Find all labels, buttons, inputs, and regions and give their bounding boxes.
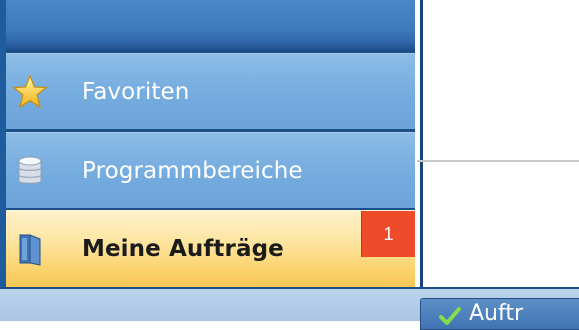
book-icon [19,234,41,266]
star-icon [12,74,48,109]
bottom-tab-label: Auftr [469,301,524,326]
database-icon [18,156,42,184]
nav-item-favoriten[interactable]: Favoriten [6,53,415,129]
check-icon [439,307,461,325]
count-badge: 1 [361,211,415,257]
nav-item-label: Favoriten [82,79,190,105]
navigation-border [420,0,423,287]
nav-item-meine-auftraege[interactable]: Meine Aufträge 1 [6,210,415,287]
navigation-header [6,0,415,50]
bottom-tab-auftrag[interactable]: Auftr [420,298,579,330]
nav-item-label: Programmbereiche [82,158,303,184]
content-divider [417,160,579,162]
nav-item-label: Meine Aufträge [82,236,284,262]
nav-item-programmbereiche[interactable]: Programmbereiche [6,132,415,208]
navigation-pane: Favoriten Programmbereiche Meine Aufträg… [6,0,423,287]
